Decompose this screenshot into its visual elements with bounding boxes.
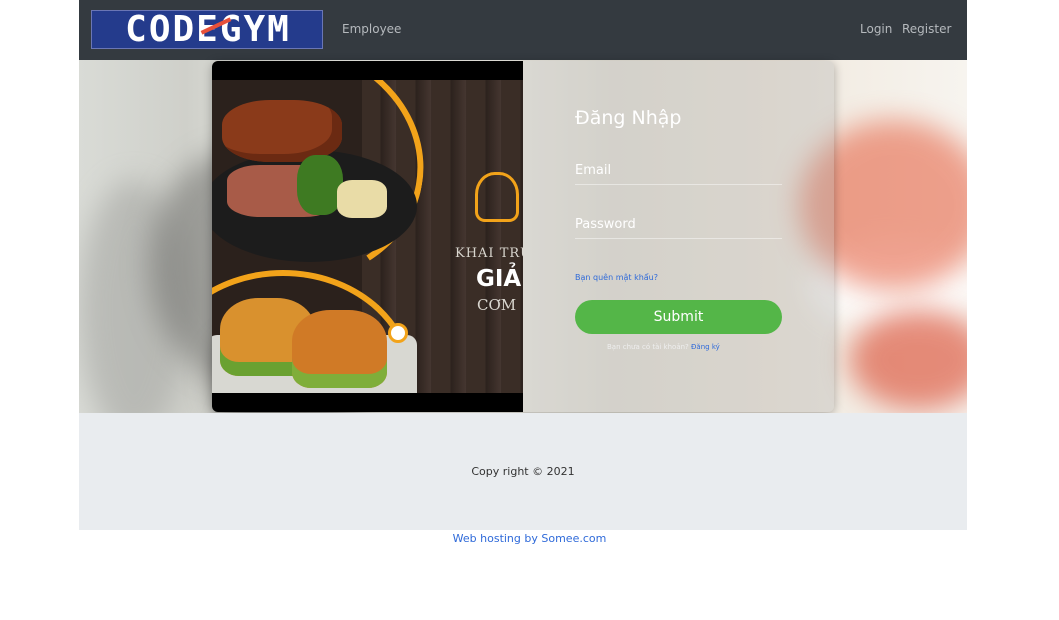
food-taco xyxy=(292,310,387,388)
navbar: CODEGYM Employee Login Register xyxy=(79,0,967,60)
no-account-text: Bạn chưa có tài khoản? xyxy=(607,343,689,351)
food-potato xyxy=(337,180,387,218)
register-link[interactable]: Đăng ký xyxy=(691,343,720,351)
poster-artwork: KHAI TRƯ GIẢ CƠM xyxy=(212,80,523,393)
password-field[interactable] xyxy=(575,217,782,239)
web-hosting-link[interactable]: Web hosting by Somee.com xyxy=(0,532,1059,545)
email-field[interactable] xyxy=(575,163,782,185)
login-card: KHAI TRƯ GIẢ CƠM Đăng Nhập Bạn quên mật … xyxy=(212,61,834,412)
chef-hat-icon xyxy=(475,172,519,222)
copyright-text: Copy right © 2021 xyxy=(471,465,575,478)
background-blur-shape xyxy=(849,310,967,410)
forgot-password-link[interactable]: Bạn quên mật khẩu? xyxy=(575,273,658,282)
nav-link-login[interactable]: Login xyxy=(860,21,892,37)
food-meat xyxy=(222,100,342,162)
nav-link-employee[interactable]: Employee xyxy=(342,21,401,37)
poster-text: CƠM xyxy=(477,296,517,314)
poster-dot xyxy=(388,323,408,343)
restaurant-poster-image: KHAI TRƯ GIẢ CƠM xyxy=(212,61,523,412)
poster-text: KHAI TRƯ xyxy=(455,246,523,261)
login-form: Đăng Nhập Bạn quên mật khẩu? Submit Bạn … xyxy=(523,61,834,412)
submit-button[interactable]: Submit xyxy=(575,300,782,334)
brand-logo[interactable]: CODEGYM xyxy=(91,10,323,49)
login-title: Đăng Nhập xyxy=(575,107,682,129)
footer: Copy right © 2021 xyxy=(79,413,967,530)
nav-link-register[interactable]: Register xyxy=(902,21,951,37)
signup-prompt: Bạn chưa có tài khoản? Đăng ký xyxy=(607,343,720,351)
poster-text: GIẢ xyxy=(476,266,522,292)
